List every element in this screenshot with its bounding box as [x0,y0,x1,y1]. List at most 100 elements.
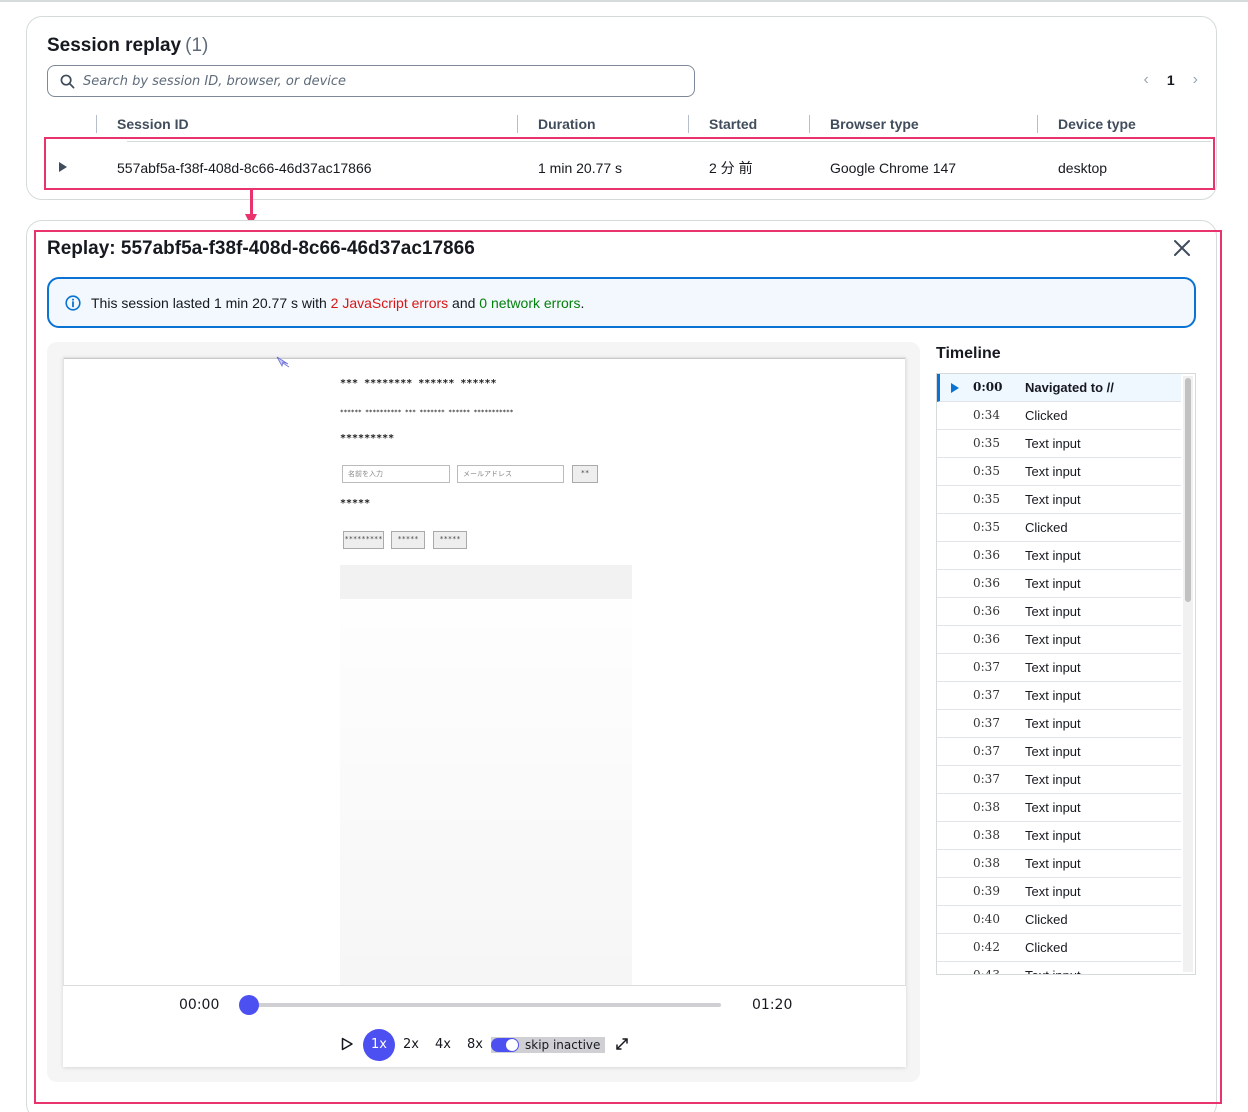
column-header-session-id[interactable]: Session ID [117,113,189,135]
search-input[interactable] [83,73,643,89]
event-time: 0:34 [973,408,1000,422]
timeline-event[interactable]: 0:35 Clicked [937,514,1181,542]
event-label: Text input [1025,772,1081,787]
prev-page-button[interactable]: ‹ [1144,71,1149,89]
timeline-event[interactable]: 0:37 Text input [937,654,1181,682]
scrollbar-thumb[interactable] [1185,378,1191,602]
progress-track[interactable] [248,1003,721,1007]
column-separator[interactable] [96,115,97,133]
event-time: 0:36 [973,632,1000,646]
event-time: 0:36 [973,576,1000,590]
timeline-event[interactable]: 0:38 Text input [937,850,1181,878]
timeline-event[interactable]: 0:40 Clicked [937,906,1181,934]
toggle-switch[interactable] [491,1038,519,1052]
timeline-panel: 0:00 Navigated to // 0:34 Clicked 0:35 Text i… [936,373,1196,975]
recorded-name-field: 名前を入力 [342,465,450,483]
timeline-list: 0:00 Navigated to // 0:34 Clicked 0:35 Text i… [937,374,1181,974]
cell-browser-type: Google Chrome 147 [830,160,957,176]
timeline-event[interactable]: 0:34 Clicked [937,402,1181,430]
column-header-device-type[interactable]: Device type [1058,113,1136,135]
next-page-button[interactable]: › [1193,71,1198,89]
timeline-event[interactable]: 0:36 Text input [937,542,1181,570]
speed-1x-button[interactable]: 1x [363,1029,395,1061]
play-icon[interactable] [340,1037,354,1051]
panel-title: Session replay (1) [47,35,208,57]
event-label: Clicked [1025,408,1068,423]
event-time: 0:38 [973,800,1000,814]
column-header-duration[interactable]: Duration [538,113,596,135]
event-time: 0:37 [973,660,1000,674]
recorded-content-area [340,599,632,986]
timeline-event[interactable]: 0:35 Text input [937,430,1181,458]
timeline-event[interactable]: 0:35 Text input [937,458,1181,486]
masked-description: ****** ********** *** ******* ****** ***… [340,409,514,416]
cell-started: 2 分 前 [709,160,753,176]
column-header-started[interactable]: Started [709,113,757,135]
timeline-event[interactable]: 0:39 Text input [937,878,1181,906]
event-label: Clicked [1025,940,1068,955]
recorded-content-block [340,565,632,599]
recorded-button: ***** [391,531,425,549]
event-label: Text input [1025,464,1081,479]
column-separator[interactable] [809,115,810,133]
session-info-alert: This session lasted 1 min 20.77 s with 2… [47,277,1196,328]
fullscreen-icon[interactable] [614,1036,630,1052]
timeline-event[interactable]: 0:37 Text input [937,710,1181,738]
timeline-event[interactable]: 0:36 Text input [937,626,1181,654]
timeline-event[interactable]: 0:00 Navigated to // [937,374,1181,402]
event-label: Text input [1025,968,1081,974]
column-separator[interactable] [688,115,689,133]
event-label: Text input [1025,660,1081,675]
speed-8x-button[interactable]: 8x [459,1029,491,1061]
current-time: 00:00 [179,997,220,1013]
table-header: Session ID Duration Started Browser type… [47,113,1197,137]
session-count: (1) [185,35,209,56]
network-errors-link[interactable]: 0 network errors [479,295,580,311]
timeline-event[interactable]: 0:42 Clicked [937,934,1181,962]
event-label: Text input [1025,436,1081,451]
search-box[interactable] [47,65,695,97]
timeline-event[interactable]: 0:38 Text input [937,794,1181,822]
current-page[interactable]: 1 [1167,72,1175,88]
timeline-event[interactable]: 0:43 Text input [937,962,1181,974]
replay-title: Replay: 557abf5a-f38f-408d-8c66-46d37ac1… [47,238,475,259]
info-icon [65,294,81,311]
column-header-browser-type[interactable]: Browser type [830,113,919,135]
column-separator[interactable] [517,115,518,133]
speed-4x-button[interactable]: 4x [427,1029,459,1061]
timeline-event[interactable]: 0:36 Text input [937,570,1181,598]
recorded-page-viewport[interactable]: *** ******** ****** ****** ****** ******… [63,356,906,1067]
table-row[interactable]: 557abf5a-f38f-408d-8c66-46d37ac17866 1 m… [47,145,1215,191]
event-time: 0:35 [973,464,1000,478]
timeline-event[interactable]: 0:35 Text input [937,486,1181,514]
timeline-event[interactable]: 0:37 Text input [937,682,1181,710]
masked-section-label: ********* [340,433,395,444]
skip-inactive-toggle[interactable]: skip inactive [491,1037,605,1053]
event-label: Text input [1025,716,1081,731]
progress-knob[interactable] [239,995,259,1015]
column-separator[interactable] [1037,115,1038,133]
recorded-email-field: メールアドレス [457,465,564,483]
timeline-event[interactable]: 0:36 Text input [937,598,1181,626]
skip-inactive-label: skip inactive [525,1038,601,1052]
recorded-button: ***** [433,531,467,549]
timeline-scrollbar[interactable] [1183,376,1193,972]
total-time: 01:20 [752,997,793,1013]
masked-heading: *** ******** ****** ****** [340,378,497,389]
cell-duration: 1 min 20.77 s [538,160,623,176]
masked-section-label-2: ***** [340,498,371,509]
event-time: 0:35 [973,436,1000,450]
expand-row-icon[interactable] [59,162,67,172]
js-errors-link[interactable]: 2 JavaScript errors [331,295,448,311]
speed-2x-button[interactable]: 2x [395,1029,427,1061]
timeline-event[interactable]: 0:38 Text input [937,822,1181,850]
session-replay-panel: Session replay(1) ‹ 1 › Session ID Durat… [26,16,1217,200]
timeline-event[interactable]: 0:37 Text input [937,738,1181,766]
event-label: Text input [1025,688,1081,703]
event-time: 0:40 [973,912,1000,926]
close-icon[interactable] [1172,238,1192,258]
mouse-cursor-icon [276,356,290,368]
search-icon [60,74,75,88]
cell-session-id: 557abf5a-f38f-408d-8c66-46d37ac17866 [117,160,372,176]
timeline-event[interactable]: 0:37 Text input [937,766,1181,794]
